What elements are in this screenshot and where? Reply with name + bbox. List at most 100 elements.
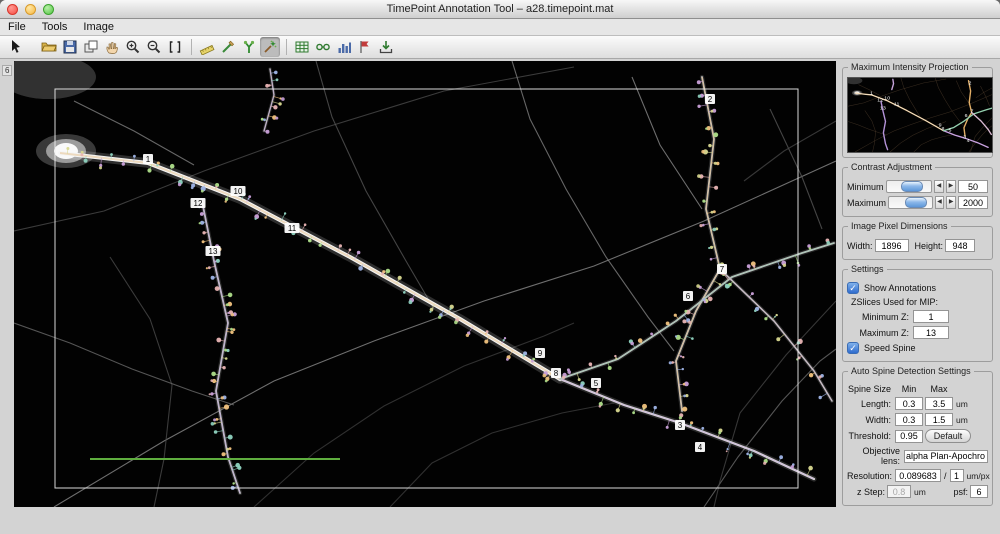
mip-annotation-label: 8 xyxy=(941,126,944,132)
length-unit-label: um xyxy=(956,399,968,409)
zstep-row: z Step: um psf: xyxy=(847,485,988,498)
flag-icon[interactable] xyxy=(355,37,375,57)
svg-text:10: 10 xyxy=(234,187,243,196)
min-contrast-slider[interactable] xyxy=(886,180,932,193)
draw-dendrite-icon[interactable] xyxy=(218,37,238,57)
mip-thumbnail[interactable]: 12345678910111213 xyxy=(847,77,993,153)
save-icon[interactable] xyxy=(60,37,80,57)
width-row-label: Width: xyxy=(847,415,893,425)
title-bar[interactable]: TimePoint Annotation Tool – a28.timepoin… xyxy=(0,0,1000,19)
copy-view-icon[interactable] xyxy=(81,37,101,57)
link-timepoints-icon[interactable] xyxy=(313,37,333,57)
spine-marker xyxy=(682,407,687,412)
width-max-input[interactable] xyxy=(925,413,953,426)
pan-hand-icon[interactable] xyxy=(102,37,122,57)
zoom-in-icon[interactable] xyxy=(123,37,143,57)
svg-text:13: 13 xyxy=(209,247,218,256)
min-slider-thumb[interactable] xyxy=(901,181,923,192)
width-min-input[interactable] xyxy=(895,413,923,426)
add-spine-icon[interactable] xyxy=(239,37,259,57)
threshold-input[interactable] xyxy=(895,430,923,443)
auto-spine-group-title: Auto Spine Detection Settings xyxy=(848,366,974,376)
svg-text:11: 11 xyxy=(288,224,297,233)
menu-tools[interactable]: Tools xyxy=(42,21,68,33)
histogram-icon[interactable] xyxy=(334,37,354,57)
spine-marker xyxy=(84,159,88,163)
min-slider-left-arrow[interactable]: ◀ xyxy=(934,180,944,193)
close-button[interactable] xyxy=(7,4,18,15)
auto-detect-icon[interactable] xyxy=(260,37,280,57)
menu-image[interactable]: Image xyxy=(83,21,114,33)
min-contrast-input[interactable] xyxy=(958,180,988,193)
objective-lens-input[interactable] xyxy=(904,450,988,463)
spine-marker xyxy=(778,266,781,269)
min-slider-right-arrow[interactable]: ▶ xyxy=(946,180,956,193)
menu-file[interactable]: File xyxy=(8,21,26,33)
mip-annotation-label: 1 xyxy=(870,90,873,96)
max-contrast-input[interactable] xyxy=(958,196,988,209)
export-icon[interactable] xyxy=(376,37,396,57)
mip-group: Maximum Intensity Projection 12345678910… xyxy=(842,67,993,158)
svg-text:9: 9 xyxy=(538,349,543,358)
spine-marker xyxy=(746,453,749,456)
resolution-alt-input[interactable] xyxy=(950,469,964,482)
show-annotations-checkbox[interactable]: ✓ xyxy=(847,282,859,294)
microscopy-image[interactable]: 12345678910111213 xyxy=(14,61,836,507)
maximize-button[interactable] xyxy=(43,4,54,15)
spine-marker xyxy=(747,264,751,268)
spine-marker xyxy=(674,314,677,317)
spine-marker xyxy=(386,269,391,274)
length-max-input[interactable] xyxy=(925,397,953,410)
spine-marker xyxy=(278,102,281,105)
svg-text:3: 3 xyxy=(678,421,683,430)
mip-annotation-label: 13 xyxy=(880,106,886,112)
max-slider-thumb[interactable] xyxy=(905,197,927,208)
spine-marker xyxy=(232,482,234,484)
spine-marker xyxy=(666,426,669,429)
resolution-separator: / xyxy=(944,471,947,481)
min-contrast-row: Minimum ◀ ▶ xyxy=(847,180,988,193)
spine-marker xyxy=(358,266,363,271)
svg-text:8: 8 xyxy=(554,369,559,378)
spine-marker xyxy=(632,411,635,414)
ruler-icon[interactable] xyxy=(197,37,217,57)
spine-table-icon[interactable] xyxy=(292,37,312,57)
spine-marker xyxy=(211,276,215,280)
mip-annotation-label: 7 xyxy=(971,109,974,115)
pointer-tool-icon[interactable] xyxy=(6,37,26,57)
spine-marker xyxy=(222,366,225,369)
mip-annotation-label: 4 xyxy=(967,138,970,144)
default-button[interactable]: Default xyxy=(925,429,971,443)
length-min-input[interactable] xyxy=(895,397,923,410)
spine-marker xyxy=(225,357,228,360)
spine-marker xyxy=(210,392,213,395)
zslices-label: ZSlices Used for MIP: xyxy=(851,297,938,307)
spine-marker xyxy=(215,286,220,291)
minimize-button[interactable] xyxy=(25,4,36,15)
psf-input[interactable] xyxy=(970,485,988,498)
svg-text:5: 5 xyxy=(594,379,599,388)
max-z-row: Maximum Z: xyxy=(847,326,988,339)
min-contrast-label: Minimum xyxy=(847,182,884,192)
speed-spine-checkbox[interactable]: ✓ xyxy=(847,342,859,354)
max-z-input[interactable] xyxy=(913,326,949,339)
max-slider-right-arrow[interactable]: ▶ xyxy=(946,196,956,209)
spine-marker xyxy=(214,430,218,434)
svg-text:4: 4 xyxy=(698,443,703,452)
max-slider-left-arrow[interactable]: ◀ xyxy=(935,196,945,209)
spine-marker xyxy=(697,80,701,84)
contrast-group: Contrast Adjustment Minimum ◀ ▶ Maximum … xyxy=(842,167,993,217)
width-row: Width: um xyxy=(847,413,988,426)
window-controls xyxy=(7,4,54,15)
zstep-label: z Step: xyxy=(847,487,885,497)
spine-marker xyxy=(110,153,113,156)
min-z-input[interactable] xyxy=(913,310,949,323)
max-contrast-slider[interactable] xyxy=(888,196,933,209)
image-canvas[interactable]: 12345678910111213 xyxy=(14,61,836,507)
resolution-input[interactable] xyxy=(895,469,941,482)
zstep-unit-label: um xyxy=(914,487,926,497)
open-file-icon[interactable] xyxy=(39,37,59,57)
zoom-fit-icon[interactable] xyxy=(165,37,185,57)
psf-label: psf: xyxy=(953,487,968,497)
zoom-out-icon[interactable] xyxy=(144,37,164,57)
